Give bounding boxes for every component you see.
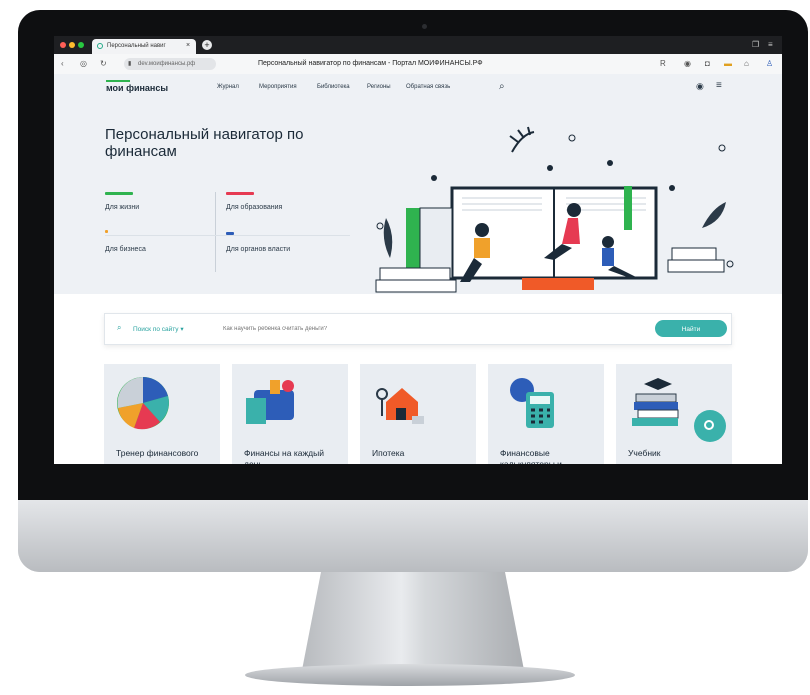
- search-scope-label: Поиск по сайту: [133, 326, 179, 333]
- category-bar-life: [105, 192, 133, 195]
- orange-book: [522, 278, 594, 290]
- profile-icon[interactable]: ♙: [766, 59, 773, 68]
- hero-section: Персональный навигатор по финансам Для ж…: [54, 100, 782, 294]
- logo-accent-bar: [106, 80, 130, 82]
- card-label: Финансы на каждый день: [244, 448, 324, 464]
- nav-link-events[interactable]: Мероприятия: [259, 84, 297, 90]
- books-graduation-cap-icon: [632, 378, 679, 426]
- decor-dot: [547, 165, 553, 171]
- category-divider-horizontal: [105, 235, 350, 236]
- card-label: Финансовые калькуляторы и: [500, 448, 562, 464]
- lock-icon: ▮: [128, 61, 132, 67]
- category-life[interactable]: Для жизни: [105, 204, 139, 211]
- address-bar: ‹ ◎ ↻ dev.моифинансы.рф ▮ Персональный н…: [54, 54, 782, 75]
- search-scope-dropdown[interactable]: Поиск по сайту ▾: [133, 325, 184, 333]
- category-business[interactable]: Для бизнеса: [105, 246, 146, 253]
- card-label: Учебник: [628, 448, 661, 458]
- card-everyday-finance[interactable]: Финансы на каждый день: [232, 364, 348, 464]
- nav-link-feedback[interactable]: Обратная связь: [406, 84, 450, 90]
- bookmark-ribbon: [624, 186, 632, 230]
- hero-title: Персональный навигатор по финансам: [105, 126, 304, 160]
- book-pile: [375, 279, 457, 293]
- monitor-stand: [302, 572, 524, 667]
- site-logo[interactable]: мои финансы: [106, 83, 168, 93]
- maximize-window-dot[interactable]: [78, 42, 84, 48]
- chat-support-button[interactable]: [694, 410, 726, 442]
- hero-illustration: [375, 126, 734, 293]
- search-button[interactable]: Найти: [655, 320, 727, 337]
- decor-dot: [431, 175, 437, 181]
- search-icon[interactable]: ⌕: [499, 81, 505, 92]
- shield-icon[interactable]: ◎: [80, 59, 87, 68]
- browser-tab[interactable]: Персональный навиг ×: [92, 39, 196, 54]
- window-restore-icon[interactable]: ❐: [752, 40, 759, 49]
- url-field[interactable]: dev.моифинансы.рф: [124, 58, 216, 70]
- back-icon[interactable]: ‹: [61, 59, 64, 68]
- search-input[interactable]: [223, 323, 643, 335]
- bookmark-icon[interactable]: R: [660, 59, 666, 68]
- minimize-window-dot[interactable]: [69, 42, 75, 48]
- nav-link-library[interactable]: Библиотека: [317, 84, 350, 90]
- category-bar-business: [105, 230, 108, 233]
- leaf-sprig-icon: [509, 126, 535, 153]
- decor-ring: [568, 134, 576, 142]
- pie-chart-icon: [117, 377, 169, 430]
- book-pile: [667, 259, 725, 273]
- site-search: ⌕ Поиск по сайту ▾ Найти: [104, 313, 732, 345]
- decor-ring: [376, 222, 384, 230]
- hamburger-menu-icon[interactable]: ≡: [716, 80, 722, 91]
- nav-link-regions[interactable]: Регионы: [367, 84, 391, 90]
- search-icon: ⌕: [117, 323, 122, 332]
- book-pile: [671, 247, 717, 261]
- new-tab-button[interactable]: +: [202, 40, 212, 50]
- reload-icon[interactable]: ↻: [100, 59, 107, 68]
- calculator-icon: [510, 378, 554, 428]
- extensions-icon[interactable]: ⌂: [744, 59, 749, 68]
- monitor-chin: [18, 500, 808, 572]
- category-bar-education: [226, 192, 254, 195]
- main-content: ⌕ Поиск по сайту ▾ Найти Тренер финансов…: [54, 294, 782, 464]
- nav-link-journal[interactable]: Журнал: [217, 84, 239, 90]
- decor-ring: [726, 260, 734, 268]
- house-keys-icon: [376, 388, 424, 424]
- card-label: Ипотека: [372, 448, 405, 458]
- tab-title: Персональный навиг: [107, 43, 166, 49]
- vpn-icon[interactable]: ◉: [684, 59, 691, 68]
- decor-ring: [718, 144, 726, 152]
- category-education[interactable]: Для образования: [226, 204, 282, 211]
- site-header: мои финансы Журнал Мероприятия Библиотек…: [54, 74, 782, 100]
- camera-icon[interactable]: ◘: [705, 59, 710, 68]
- close-window-dot[interactable]: [60, 42, 66, 48]
- url-text: dev.моифинансы.рф: [138, 61, 196, 67]
- monitor-foot: [245, 664, 575, 686]
- book-pile: [379, 267, 451, 281]
- decor-dot: [607, 160, 613, 166]
- camera: [422, 24, 427, 29]
- window-menu-icon[interactable]: ≡: [768, 40, 773, 49]
- battery-icon[interactable]: ▬: [724, 59, 732, 68]
- browser-tab-bar: Персональный навиг × + ❐ ≡: [54, 36, 782, 54]
- wallet-calculator-icon: [246, 380, 294, 424]
- card-mortgage[interactable]: Ипотека: [360, 364, 476, 464]
- accessibility-eye-icon[interactable]: ◉: [696, 81, 704, 92]
- card-financial-trainer[interactable]: Тренер финансового: [104, 364, 220, 464]
- decor-dot: [669, 185, 675, 191]
- tab-close-icon[interactable]: ×: [186, 42, 190, 49]
- card-financial-calculators[interactable]: Финансовые калькуляторы и: [488, 364, 604, 464]
- category-divider-vertical: [215, 192, 216, 272]
- card-label: Тренер финансового: [116, 448, 199, 458]
- site-favicon-icon: [97, 43, 103, 49]
- page-title-text: Персональный навигатор по финансам - Пор…: [258, 60, 483, 67]
- screen: Персональный навиг × + ❐ ≡ ‹ ◎ ↻ dev.мои…: [54, 36, 782, 464]
- category-government[interactable]: Для органов власти: [226, 246, 290, 253]
